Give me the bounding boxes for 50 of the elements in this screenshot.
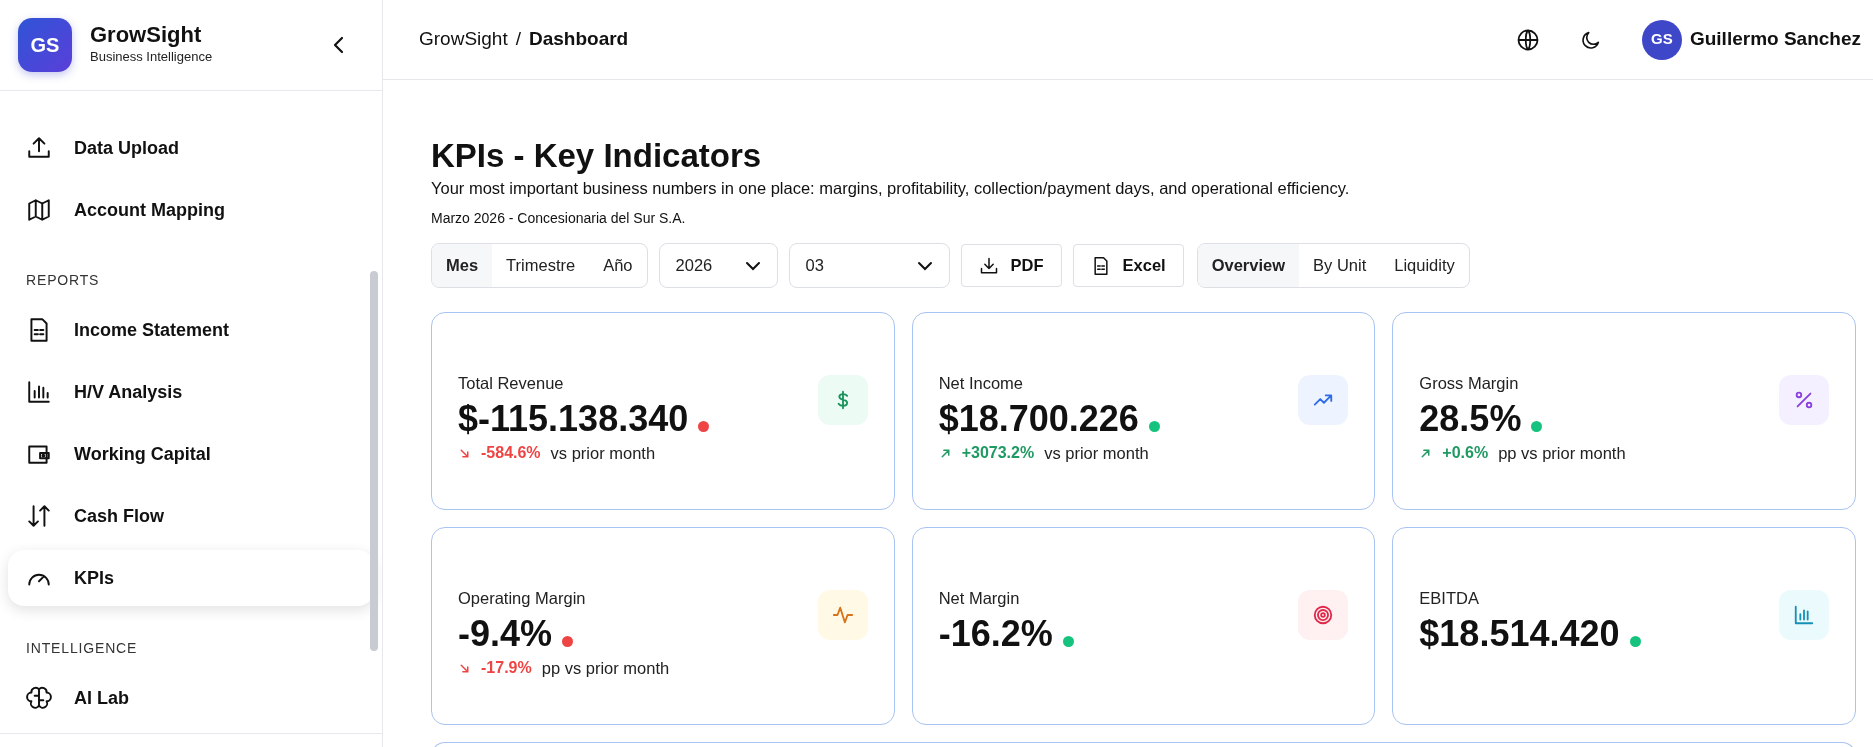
change-value: +0.6%	[1442, 443, 1489, 464]
change-value: -584.6%	[481, 443, 541, 464]
card-label: Operating Margin	[458, 588, 587, 610]
user-avatar[interactable]: GS	[1641, 19, 1682, 60]
select-field[interactable]: 03	[788, 243, 950, 289]
change-value: -17.9%	[481, 658, 532, 679]
page-title: KPIs - Key Indicators	[431, 136, 763, 176]
section-heading: REPORTS	[26, 271, 100, 290]
card-value: $18.700.226	[938, 397, 1139, 442]
export-button[interactable]: PDF	[960, 244, 1062, 288]
logo: GS	[18, 18, 72, 72]
page-subtitle: Your most important business numbers in one place: margins, profitability, collection/payment days, and operational efficiency.	[431, 177, 1351, 199]
breadcrumb-current: Dashboard	[529, 27, 629, 52]
segment-tab[interactable]: Overview	[1197, 244, 1300, 288]
select-field[interactable]: 2026	[658, 243, 778, 289]
change-caption: pp vs prior month	[541, 658, 670, 680]
segment-tab[interactable]: By Unit	[1299, 244, 1381, 288]
brand-name: GrowSight	[90, 23, 203, 48]
sidebar-item[interactable]: H/V Analysis	[8, 361, 374, 423]
card-label: Net Income	[938, 373, 1025, 395]
export-button[interactable]: Excel	[1072, 244, 1184, 288]
period-context: Marzo 2026 - Concesionaria del Sur S.A.	[431, 209, 687, 229]
card-value: -9.4%	[458, 612, 553, 657]
change-caption: pp vs prior month	[1498, 443, 1626, 465]
segment-tab[interactable]: Año	[589, 244, 647, 288]
sidebar-item[interactable]: Cash Flow	[8, 485, 374, 547]
sidebar-item[interactable]: Account Mapping	[8, 179, 374, 241]
brand-tagline: Business Intelligence	[90, 48, 214, 67]
card-value: -16.2%	[938, 612, 1053, 657]
card-label: Gross Margin	[1419, 373, 1520, 395]
sidebar-item[interactable]: Data Upload	[8, 117, 374, 179]
segment-tab[interactable]: Mes	[432, 244, 493, 288]
sidebar-item[interactable]: AI Lab	[8, 667, 374, 729]
card-value: 28.5%	[1419, 397, 1522, 442]
sidebar-item[interactable]: Working Capital	[8, 423, 374, 485]
card-value: $18.514.420	[1419, 612, 1620, 657]
segment-tab[interactable]: Trimestre	[492, 244, 590, 288]
user-name[interactable]: Guillermo Sanchez	[1689, 25, 1861, 54]
change-caption: vs prior month	[550, 443, 656, 465]
sidebar-item[interactable]: Income Statement	[8, 299, 374, 361]
card-label: EBITDA	[1419, 588, 1480, 610]
card-label: Total Revenue	[458, 373, 565, 395]
card-value: $-115.138.340	[458, 397, 689, 442]
change-caption: vs prior month	[1044, 443, 1149, 465]
change-value: +3073.2%	[961, 443, 1035, 464]
segment-tab[interactable]: Liquidity	[1380, 244, 1469, 288]
breadcrumb-separator: /	[515, 27, 521, 52]
breadcrumb-link[interactable]: GrowSight	[419, 25, 508, 54]
card-label: Net Margin	[938, 588, 1021, 610]
section-heading: INTELLIGENCE	[26, 639, 138, 658]
